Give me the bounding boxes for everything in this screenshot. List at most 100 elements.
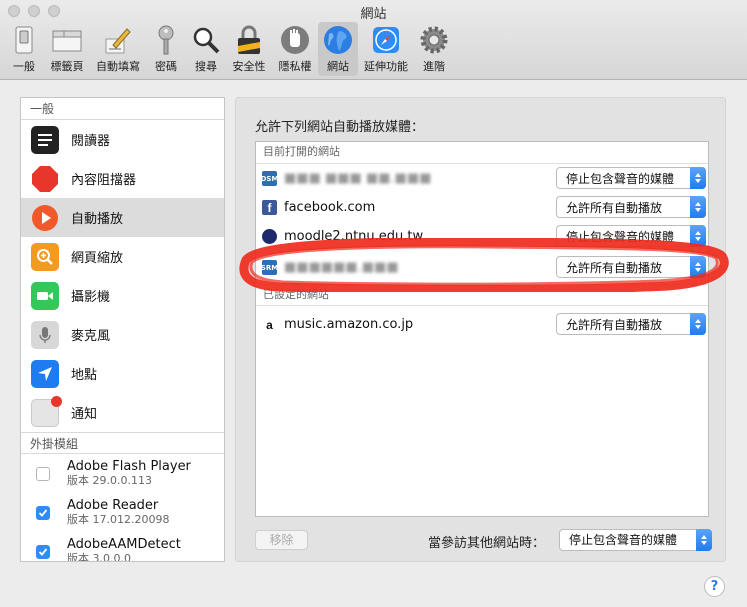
toolbar-passwords[interactable]: 密碼 [146, 22, 186, 76]
stop-icon [31, 165, 59, 193]
site-autoplay-select[interactable]: 允許所有自動播放 [556, 313, 706, 335]
toolbar-label: 延伸功能 [364, 60, 408, 73]
globe-icon [322, 24, 354, 56]
preferences-toolbar: 一般 標籤頁 自動填寫 密碼 搜尋 安全性 隱私權 網站 延伸功能 進階 [4, 22, 454, 76]
window-titlebar: 網站 一般 標籤頁 自動填寫 密碼 搜尋 安全性 隱私權 網站 延伸功能 進階 [0, 0, 747, 80]
plugin-flash-player[interactable]: Adobe Flash Player 版本 29.0.0.113 [21, 454, 224, 493]
select-value: 停止包含聲音的媒體 [569, 533, 678, 547]
toolbar-label: 安全性 [232, 60, 266, 73]
select-value: 允許所有自動播放 [566, 200, 663, 215]
site-favicon-icon: SRM [261, 260, 278, 275]
help-button[interactable]: ? [704, 576, 725, 597]
site-row[interactable]: SRM ■■■■■■.■■■ 允許所有自動播放 [256, 253, 708, 282]
chevron-updown-icon [690, 196, 706, 218]
sidebar-item-notifications[interactable]: 通知 [21, 393, 224, 432]
configured-sites-header: 已設定的網站 [256, 284, 708, 306]
website-list: 目前打開的網站 DSM ■■■ ■■■ ■■.■■■ 停止包含聲音的媒體 f f… [255, 141, 709, 517]
toolbar-privacy[interactable]: 隱私權 [272, 22, 318, 76]
sidebar-item-location[interactable]: 地點 [21, 354, 224, 393]
toolbar-label: 隱私權 [278, 60, 312, 73]
sidebar-header-general: 一般 [21, 98, 224, 120]
plugin-adobe-aam-detect[interactable]: AdobeAAMDetect 版本 3.0.0.0 [21, 532, 224, 562]
open-sites-header: 目前打開的網站 [256, 142, 708, 164]
chevron-updown-icon [690, 256, 706, 278]
amazon-favicon-icon: a [262, 317, 277, 332]
other-sites-label: 當參訪其他網站時： [428, 536, 546, 551]
remove-button[interactable]: 移除 [255, 530, 308, 550]
site-autoplay-select[interactable]: 停止包含聲音的媒體 [556, 225, 706, 247]
toolbar-label: 網站 [327, 60, 349, 73]
sidebar-item-auto-play[interactable]: 自動播放 [21, 198, 224, 237]
key-icon [150, 24, 182, 56]
window-title: 網站 [360, 7, 387, 22]
sidebar-item-camera[interactable]: 攝影機 [21, 276, 224, 315]
plugin-name: Adobe Flash Player [67, 459, 191, 474]
plugin-checkbox[interactable] [36, 544, 50, 559]
switch-icon [8, 24, 40, 56]
toolbar-advanced[interactable]: 進階 [414, 22, 454, 76]
auto-play-panel: 允許下列網站自動播放媒體： 目前打開的網站 DSM ■■■ ■■■ ■■.■■■… [235, 97, 726, 562]
plugin-name: Adobe Reader [67, 498, 159, 513]
toolbar-label: 自動填寫 [96, 60, 140, 73]
reader-icon [31, 125, 59, 154]
toolbar-autofill[interactable]: 自動填寫 [90, 22, 146, 76]
magnifier-icon [190, 24, 222, 56]
toolbar-label: 標籤頁 [50, 60, 84, 73]
toolbar-extensions[interactable]: 延伸功能 [358, 22, 414, 76]
select-value: 停止包含聲音的媒體 [566, 229, 675, 244]
site-autoplay-select[interactable]: 允許所有自動播放 [556, 256, 706, 278]
microphone-icon [31, 320, 59, 349]
website-settings-sidebar: 一般 閱讀器 內容阻擋器 自動播放 網頁縮放 攝影機 麥克風 地點 通知 外掛模… [20, 97, 225, 562]
plugin-name: AdobeAAMDetect [67, 537, 181, 552]
other-sites-select[interactable]: 停止包含聲音的媒體 [559, 529, 712, 551]
plugin-version: 版本 3.0.0.0 [67, 552, 131, 562]
site-autoplay-select[interactable]: 允許所有自動播放 [556, 196, 706, 218]
sidebar-item-content-blockers[interactable]: 內容阻擋器 [21, 159, 224, 198]
gear-icon [418, 24, 450, 56]
plugin-adobe-reader[interactable]: Adobe Reader 版本 17.012.20098 [21, 493, 224, 532]
sidebar-header-plugins: 外掛模組 [21, 432, 224, 454]
pencil-icon [102, 24, 134, 56]
tabs-icon [51, 24, 83, 56]
play-icon [31, 204, 59, 232]
sidebar-item-label: 攝影機 [71, 290, 111, 305]
sidebar-item-microphone[interactable]: 麥克風 [21, 315, 224, 354]
toolbar-general[interactable]: 一般 [4, 22, 44, 76]
site-row[interactable]: DSM ■■■ ■■■ ■■.■■■ 停止包含聲音的媒體 [256, 164, 708, 193]
camera-icon [31, 281, 59, 310]
hand-icon [279, 24, 311, 56]
site-favicon-icon: DSM [261, 171, 278, 186]
toolbar-tabs[interactable]: 標籤頁 [44, 22, 90, 76]
toolbar-websites[interactable]: 網站 [318, 22, 358, 76]
sidebar-item-label: 通知 [71, 407, 98, 422]
toolbar-label: 密碼 [155, 60, 177, 73]
chevron-updown-icon [696, 529, 712, 551]
site-name: ■■■■■■.■■■ [284, 260, 399, 275]
sidebar-item-label: 網頁縮放 [71, 251, 124, 266]
site-favicon-icon [262, 229, 277, 244]
chevron-updown-icon [690, 313, 706, 335]
site-row[interactable]: f facebook.com 允許所有自動播放 [256, 193, 708, 222]
sidebar-item-label: 地點 [71, 368, 98, 383]
sidebar-item-label: 自動播放 [71, 212, 124, 227]
select-value: 停止包含聲音的媒體 [566, 171, 675, 186]
sidebar-item-reader[interactable]: 閱讀器 [21, 120, 224, 159]
panel-title: 允許下列網站自動播放媒體： [255, 120, 425, 135]
site-name: music.amazon.co.jp [284, 317, 414, 332]
sidebar-item-page-zoom[interactable]: 網頁縮放 [21, 237, 224, 276]
site-row[interactable]: moodle2.ntnu.edu.tw 停止包含聲音的媒體 [256, 222, 708, 251]
toolbar-label: 進階 [423, 60, 445, 73]
notification-icon [31, 395, 62, 427]
plugin-version: 版本 29.0.0.113 [67, 474, 152, 487]
toolbar-security[interactable]: 安全性 [226, 22, 272, 76]
select-value: 允許所有自動播放 [566, 260, 663, 275]
preferences-content: 一般 閱讀器 內容阻擋器 自動播放 網頁縮放 攝影機 麥克風 地點 通知 外掛模… [0, 81, 747, 607]
plugin-checkbox[interactable] [36, 505, 50, 520]
toolbar-search[interactable]: 搜尋 [186, 22, 226, 76]
plugin-checkbox[interactable] [36, 466, 50, 481]
site-autoplay-select[interactable]: 停止包含聲音的媒體 [556, 167, 706, 189]
lock-icon [233, 24, 265, 56]
site-row[interactable]: a music.amazon.co.jp 允許所有自動播放 [256, 310, 708, 339]
site-name: moodle2.ntnu.edu.tw [284, 229, 424, 244]
extensions-icon [370, 24, 402, 56]
